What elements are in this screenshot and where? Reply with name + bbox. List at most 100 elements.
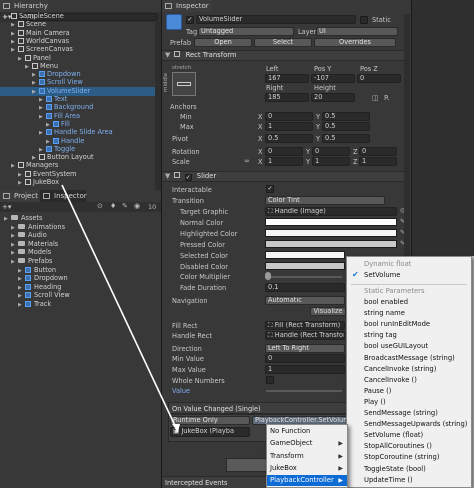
prefab-select-button[interactable]: Select (254, 38, 312, 47)
rotation-y-field[interactable]: 0 (312, 147, 350, 156)
project-tab[interactable]: Project (0, 190, 38, 202)
hierarchy-scrollbar[interactable] (155, 22, 161, 190)
add-icon[interactable]: +▾ (2, 203, 11, 211)
min-value-field[interactable]: 0 (265, 354, 345, 363)
gameobject-icon (46, 112, 52, 119)
menu-item-static[interactable]: SendMessage (string) (347, 408, 471, 419)
menu-item-static[interactable]: UpdateTime () (347, 475, 471, 486)
rotation-x-field[interactable]: 0 (265, 147, 303, 156)
rotation-z-field[interactable]: 0 (359, 147, 397, 156)
menu-item-static[interactable]: bool enabled (347, 297, 471, 308)
runtime-mode-dropdown[interactable]: Runtime Only (170, 416, 250, 425)
project-item[interactable]: ▶ Track (0, 300, 51, 309)
inspector-tab[interactable]: Inspector (162, 0, 212, 12)
value-slider-track[interactable] (266, 390, 342, 392)
posy-field[interactable]: -107 (311, 74, 355, 83)
fill-rect-field[interactable]: ⛶ Fill (Rect Transform) (265, 321, 345, 330)
max-value-field[interactable]: 1 (265, 365, 345, 374)
slider-header[interactable]: ▼ ✓ Slider (162, 171, 411, 182)
highlighted-color-label: Highlighted Color (180, 230, 238, 238)
navigation-dropdown[interactable]: Automatic (265, 296, 345, 305)
gameobject-icon (53, 137, 59, 144)
slider-enabled-checkbox[interactable]: ✓ (184, 174, 192, 181)
tag-dropdown[interactable]: Untagged (198, 27, 294, 36)
menu-item-static[interactable]: StopAllCoroutines () (347, 441, 471, 452)
label-icon[interactable]: ✎ (122, 202, 128, 210)
menu-item-dynamic[interactable]: ✔ SetVolume (347, 270, 471, 281)
gameobject-icon (18, 37, 24, 44)
pivot-y-field[interactable]: 0.5 (322, 134, 370, 143)
transition-dropdown[interactable]: Color Tint (265, 196, 385, 205)
component-menu-item[interactable]: PlaybackController ▶ (267, 475, 347, 487)
menu-item-static[interactable]: StopCoroutine (string) (347, 452, 471, 463)
anchor-min-y-field[interactable]: 0.5 (322, 112, 370, 121)
event-target-field[interactable]: ▣ JukeBox (Playba (170, 427, 250, 437)
anchor-presets-button[interactable] (172, 72, 196, 96)
disabled-color-swatch[interactable] (265, 262, 345, 270)
direction-dropdown[interactable]: Left To Right (265, 344, 345, 353)
visualize-button[interactable]: Visualize (310, 307, 346, 316)
menu-item-static[interactable]: SendMessageUpwards (string) (347, 419, 471, 430)
menu-item-static[interactable]: CancelInvoke (string) (347, 364, 471, 375)
menu-item-static[interactable]: Play () (347, 397, 471, 408)
static-checkbox[interactable] (360, 16, 368, 24)
handle-rect-field[interactable]: ⛶ Handle (Rect Transform) (265, 331, 345, 340)
raw-edit-icon[interactable]: R (384, 94, 389, 102)
scale-z-field[interactable]: 1 (359, 157, 397, 166)
layer-dropdown[interactable]: UI (316, 27, 398, 36)
filter-icon[interactable]: ♦ (110, 202, 116, 210)
menu-item-static[interactable]: BroadcastMessage (string) (347, 353, 471, 364)
constrain-proportions-icon[interactable]: ∞ (244, 157, 250, 165)
component-menu-item[interactable]: No Function (267, 426, 347, 437)
selected-color-swatch[interactable] (265, 251, 345, 259)
object-name-field[interactable]: VolumeSlider (196, 15, 356, 24)
active-checkbox[interactable]: ✓ (186, 16, 194, 24)
menu-item-static[interactable]: Pause () (347, 386, 471, 397)
anchor-min-x-field[interactable]: 0 (265, 112, 313, 121)
component-menu-item[interactable]: GameObject ▶ (267, 438, 347, 449)
expand-arrow-icon[interactable]: ▶ (18, 179, 25, 188)
menu-item-static[interactable]: CancelInvoke () (347, 375, 471, 386)
normal-color-swatch[interactable] (265, 218, 397, 226)
color-multiplier-track[interactable] (266, 276, 342, 278)
fade-duration-field[interactable]: 0.1 (265, 283, 345, 292)
menu-item-static[interactable]: SetVolume (float) (347, 430, 471, 441)
highlighted-color-swatch[interactable] (265, 229, 397, 237)
scale-x-field[interactable]: 1 (265, 157, 303, 166)
pivot-x-field[interactable]: 0.5 (265, 134, 313, 143)
color-multiplier-handle[interactable] (265, 272, 271, 280)
menu-item-static[interactable]: bool useGUILayout (347, 341, 471, 352)
menu-item-static[interactable]: ToggleState (bool) (347, 464, 471, 475)
pressed-color-swatch[interactable] (265, 240, 397, 248)
inspector-tab-secondary[interactable]: Inspector (40, 190, 87, 202)
anchor-max-x-field[interactable]: 1 (265, 122, 313, 131)
component-menu-item-label: GameObject (270, 439, 313, 448)
prefab-overrides-dropdown[interactable]: Overrides (314, 38, 396, 47)
component-menu-item[interactable]: JukeBox ▶ (267, 463, 347, 474)
whole-numbers-checkbox[interactable] (266, 376, 274, 384)
blueprint-mode-icon[interactable]: ◫ (372, 94, 379, 102)
search-by-type-icon[interactable]: ⊙ (97, 202, 103, 210)
eye-icon[interactable]: ◉ (134, 202, 140, 210)
target-graphic-field[interactable]: ⛶ Handle (Image) (265, 207, 397, 216)
hierarchy-item[interactable]: ▶ JukeBox (0, 178, 155, 187)
interactable-checkbox[interactable]: ✓ (266, 185, 274, 193)
scale-y-field[interactable]: 1 (312, 157, 350, 166)
anchors-label[interactable]: Anchors (170, 103, 197, 111)
scale-x-label: X (258, 158, 263, 166)
menu-item-static[interactable]: string name (347, 308, 471, 319)
rect-transform-header[interactable]: ▼ Rect Transform (162, 50, 411, 61)
left-field[interactable]: 167 (265, 74, 309, 83)
hierarchy-tab[interactable]: Hierarchy (0, 0, 48, 12)
right-field[interactable]: 185 (265, 93, 309, 102)
component-menu-item[interactable]: Transform ▶ (267, 451, 347, 462)
expand-arrow-icon[interactable]: ▶ (18, 301, 25, 310)
menu-item-static[interactable]: string tag (347, 330, 471, 341)
prefab-open-button[interactable]: Open (194, 38, 252, 47)
hierarchy-item-label: VolumeSlider (47, 86, 91, 95)
menu-item-static[interactable]: bool runInEditMode (347, 319, 471, 330)
posz-field[interactable]: 0 (357, 74, 401, 83)
hierarchy-item-label: ScreenCanvas (26, 45, 73, 54)
height-field[interactable]: 20 (311, 93, 355, 102)
anchor-max-y-field[interactable]: 0.5 (322, 122, 370, 131)
